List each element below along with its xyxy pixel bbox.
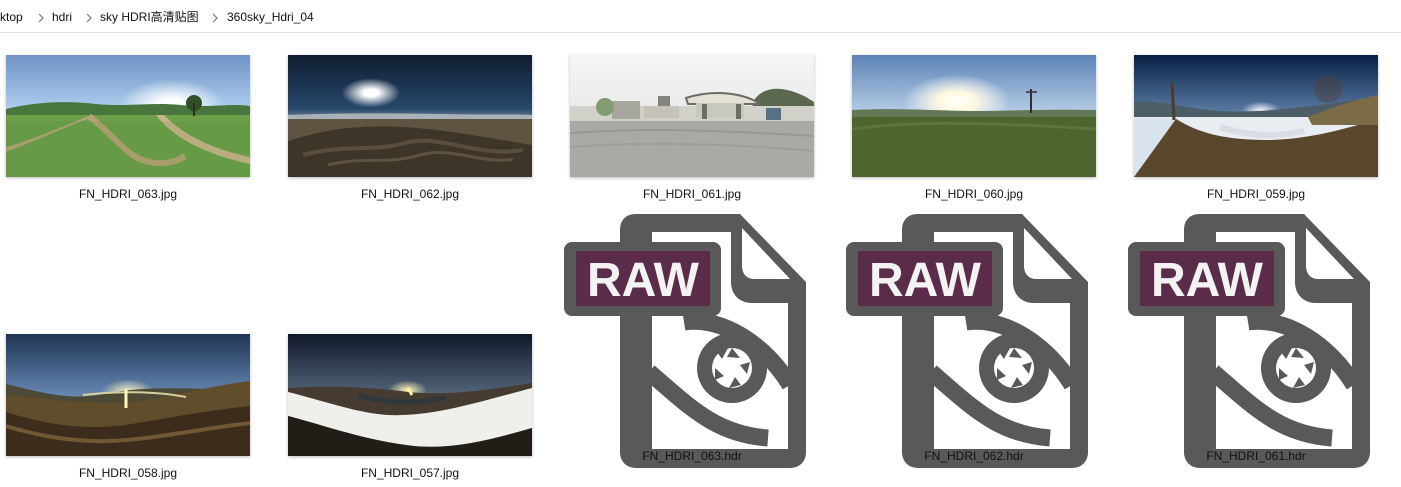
breadcrumb-item-hdri[interactable]: hdri — [52, 9, 72, 25]
file-name-label: FN_HDRI_061.jpg — [642, 187, 742, 201]
file-name-label: FN_HDRI_062.jpg — [360, 187, 460, 201]
file-item-fn-hdri-061-jpg[interactable]: FN_HDRI_061.jpg — [564, 34, 820, 214]
breadcrumb-item-current-folder[interactable]: 360sky_Hdri_04 — [227, 9, 314, 25]
panorama-thumbnail-icon[interactable] — [6, 55, 250, 177]
file-item-fn-hdri-059-jpg[interactable]: FN_HDRI_059.jpg — [1128, 34, 1384, 214]
file-item-fn-hdri-057-jpg[interactable]: FN_HDRI_057.jpg — [282, 313, 538, 487]
raw-badge-text: RAW — [587, 254, 700, 307]
raw-badge-text: RAW — [1151, 254, 1264, 307]
file-name-label: FN_HDRI_060.jpg — [924, 187, 1024, 201]
panorama-thumbnail-icon[interactable] — [1134, 55, 1378, 177]
file-name-label: FN_HDRI_058.jpg — [78, 466, 178, 480]
breadcrumb-chevron-icon — [210, 11, 220, 23]
breadcrumb-chevron-icon — [84, 11, 94, 23]
file-name-label: FN_HDRI_059.jpg — [1206, 187, 1306, 201]
breadcrumb-chevron-icon — [36, 11, 46, 23]
raw-file-icon[interactable]: RAW — [1128, 202, 1384, 468]
panorama-thumbnail-icon[interactable] — [570, 55, 814, 177]
raw-file-icon[interactable]: RAW — [564, 202, 820, 468]
file-item-fn-hdri-063-jpg[interactable]: FN_HDRI_063.jpg — [0, 34, 256, 214]
panorama-thumbnail-icon[interactable] — [6, 334, 250, 456]
breadcrumb: ktop hdri sky HDRI高清贴图 360sky_Hdri_04 — [0, 0, 1401, 33]
file-item-fn-hdri-062-jpg[interactable]: FN_HDRI_062.jpg — [282, 34, 538, 214]
file-name-label: FN_HDRI_062.hdr — [924, 449, 1024, 463]
raw-badge-text: RAW — [869, 254, 982, 307]
breadcrumb-item-sky-hdri[interactable]: sky HDRI高清贴图 — [100, 9, 199, 25]
raw-file-icon[interactable]: RAW — [846, 202, 1102, 468]
file-name-label: FN_HDRI_061.hdr — [1206, 449, 1306, 463]
file-name-label: FN_HDRI_063.hdr — [642, 449, 742, 463]
file-name-label: FN_HDRI_063.jpg — [78, 187, 178, 201]
file-item-fn-hdri-062-hdr[interactable]: RAW FN_HDRI_062.hdr — [846, 202, 1102, 487]
file-item-fn-hdri-063-hdr[interactable]: RAW FN_HDRI_063.hdr — [564, 202, 820, 487]
file-item-fn-hdri-061-hdr[interactable]: RAW FN_HDRI_061.hdr — [1128, 202, 1384, 487]
file-grid: FN_HDRI_063.jpg FN_HDRI_062.jpg FN_HDRI_… — [0, 34, 1401, 487]
panorama-thumbnail-icon[interactable] — [288, 55, 532, 177]
file-item-fn-hdri-060-jpg[interactable]: FN_HDRI_060.jpg — [846, 34, 1102, 214]
breadcrumb-item-desktop[interactable]: ktop — [0, 9, 23, 25]
panorama-thumbnail-icon[interactable] — [288, 334, 532, 456]
panorama-thumbnail-icon[interactable] — [852, 55, 1096, 177]
file-name-label: FN_HDRI_057.jpg — [360, 466, 460, 480]
file-item-fn-hdri-058-jpg[interactable]: FN_HDRI_058.jpg — [0, 313, 256, 487]
